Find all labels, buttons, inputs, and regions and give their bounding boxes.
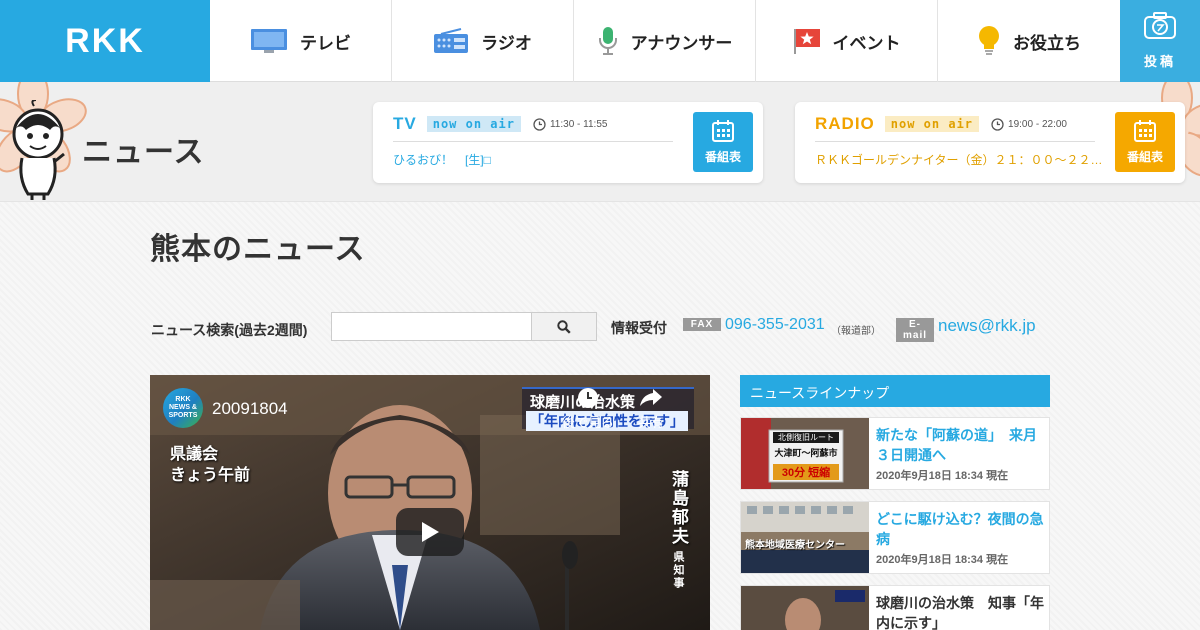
- flag-icon: [793, 27, 821, 55]
- share-label: 共有: [638, 415, 665, 430]
- tv-now-on-air-badge: now on air: [426, 116, 521, 132]
- search-button[interactable]: [531, 312, 597, 341]
- news-list-item[interactable]: 熊本地域医療センター どこに駆け込む？夜間の急病 2020年9月18日 18:3…: [740, 501, 1050, 574]
- mascot-character: [12, 100, 65, 200]
- nav-label-announcer: アナウンサー: [630, 33, 733, 53]
- section-header: ニュース TV now on air 11:30 - 11:55 ひるおび！ […: [0, 82, 1200, 202]
- nav-label-event: イベント: [832, 33, 901, 53]
- speaker-name: 蒲島郁夫: [669, 470, 688, 546]
- play-icon: [422, 522, 439, 542]
- tv-label: TV: [393, 114, 417, 133]
- tv-schedule-button[interactable]: 番組表: [693, 112, 753, 172]
- caption-line2: きょう午前: [170, 466, 251, 484]
- fax-number: 096-355-2031: [725, 316, 825, 333]
- email-tag: E-mail: [896, 318, 934, 342]
- clock-icon: [533, 117, 546, 131]
- radio-program-link[interactable]: ＲＫＫゴールデンナイター（金）２１：００～２２：０…: [815, 151, 1105, 168]
- clock-icon: [578, 388, 598, 408]
- watch-later-label: 後で見る: [562, 415, 615, 430]
- post-button[interactable]: 投稿: [1120, 0, 1200, 82]
- nav-item-useful[interactable]: お役立ち: [938, 0, 1120, 82]
- fax-tag: FAX: [683, 318, 721, 331]
- news-thumbnail[interactable]: 北側復旧ルート 大津町～阿蘇市 30分 短縮: [741, 418, 869, 489]
- channel-logo-line2: NEWS &: [168, 404, 197, 412]
- rkk-logo[interactable]: RKK: [0, 0, 210, 82]
- video-actions: 後で見る 共有: [562, 387, 664, 431]
- fax-department: （報道部）: [831, 326, 881, 337]
- thumb-line1: 熊本地域医療センター: [745, 540, 845, 551]
- thumb-line3: 30分 短縮: [773, 464, 839, 480]
- camera-icon: [1143, 12, 1177, 43]
- news-date: 2020年9月18日 18:34 現在: [876, 470, 1009, 482]
- thumb-line1: 北側復旧ルート: [773, 432, 839, 443]
- post-label: 投稿: [1143, 54, 1176, 69]
- video-player[interactable]: RKK NEWS & SPORTS 20091804 球磨川の治水策 「年内に方…: [150, 375, 710, 630]
- nav-item-radio[interactable]: ラジオ: [392, 0, 574, 82]
- logo-text: RKK: [65, 21, 145, 60]
- news-thumbnail[interactable]: 熊本地域医療センター: [741, 502, 869, 573]
- share-icon: [640, 389, 663, 406]
- top-navigation: RKK テレビ ラジオ アナウンサー イベント お役立ち: [0, 0, 1200, 82]
- search-input[interactable]: [331, 312, 532, 341]
- section-title: ニュース: [82, 136, 205, 169]
- nav-item-tv[interactable]: テレビ: [210, 0, 392, 82]
- speaker-role: 県知事: [672, 551, 684, 590]
- play-button[interactable]: [396, 508, 464, 556]
- news-list-item[interactable]: 北側復旧ルート 大津町～阿蘇市 30分 短縮 新たな「阿蘇の道」 来月３日開通へ…: [740, 417, 1050, 490]
- search-and-contact-row: ニュース検索(過去2週間) 情報受付 FAX 096-355-2031 （報道部…: [150, 312, 1050, 342]
- divider: [393, 141, 673, 142]
- nav-label-tv: テレビ: [300, 33, 351, 53]
- page-title: 熊本のニュース: [150, 233, 366, 266]
- microphone-icon: [597, 26, 619, 56]
- thumb-line2: 大津町～阿蘇市: [774, 448, 838, 458]
- calendar-icon: [1134, 119, 1156, 142]
- news-headline-link[interactable]: 新たな「阿蘇の道」 来月３日開通へ: [876, 425, 1048, 466]
- tv-icon: [250, 28, 288, 54]
- video-title[interactable]: 20091804: [212, 399, 288, 419]
- news-headline-link[interactable]: 球磨川の治水策 知事「年内に示す」: [876, 593, 1048, 630]
- radio-now-on-air-badge: now on air: [884, 116, 980, 132]
- radio-time-text: 19:00 - 22:00: [1008, 118, 1067, 130]
- search-icon: [557, 319, 571, 334]
- tv-time-text: 11:30 - 11:55: [549, 118, 608, 130]
- channel-logo-line3: SPORTS: [168, 411, 198, 419]
- radio-icon: [433, 28, 469, 54]
- watch-later-button[interactable]: 後で見る: [562, 387, 614, 431]
- nav-label-radio: ラジオ: [481, 33, 532, 53]
- channel-logo: RKK NEWS & SPORTS: [163, 388, 203, 428]
- radio-time: 19:00 - 22:00: [991, 117, 1067, 131]
- tv-now-on-air-panel: TV now on air 11:30 - 11:55 ひるおび！ [生]□ 番…: [373, 102, 763, 183]
- radio-schedule-label: 番組表: [1126, 149, 1163, 164]
- radio-label: RADIO: [815, 114, 875, 133]
- nav-item-event[interactable]: イベント: [756, 0, 938, 82]
- news-list-item[interactable]: 球磨川の治水策 知事「年内に示す」: [740, 585, 1050, 630]
- clock-icon: [991, 117, 1004, 131]
- divider: [815, 141, 1095, 142]
- lightbulb-icon: [977, 25, 1001, 57]
- radio-now-on-air-panel: RADIO now on air 19:00 - 22:00 ＲＫＫゴールデンナ…: [795, 102, 1185, 183]
- email-link[interactable]: news@rkk.jp: [938, 316, 1036, 336]
- nav-label-useful: お役立ち: [1013, 33, 1081, 53]
- tv-program-link[interactable]: ひるおび！ [生]□: [393, 151, 683, 168]
- calendar-icon: [712, 119, 734, 142]
- video-caption: 県議会 きょう午前: [170, 445, 250, 487]
- search-label: ニュース検索(過去2週間): [151, 322, 308, 338]
- info-label: 情報受付: [611, 320, 667, 336]
- tv-time: 11:30 - 11:55: [533, 117, 608, 131]
- channel-logo-line1: RKK: [175, 396, 191, 404]
- radio-schedule-button[interactable]: 番組表: [1115, 112, 1175, 172]
- tv-schedule-label: 番組表: [704, 149, 741, 164]
- caption-line1: 県議会: [170, 446, 219, 463]
- news-date: 2020年9月18日 18:34 現在: [876, 554, 1009, 566]
- share-button[interactable]: 共有: [638, 387, 664, 431]
- news-headline-link[interactable]: どこに駆け込む？夜間の急病: [876, 509, 1048, 550]
- nav-item-announcer[interactable]: アナウンサー: [574, 0, 756, 82]
- news-lineup-header: ニュースラインナップ: [740, 375, 1050, 407]
- news-thumbnail[interactable]: [741, 586, 869, 630]
